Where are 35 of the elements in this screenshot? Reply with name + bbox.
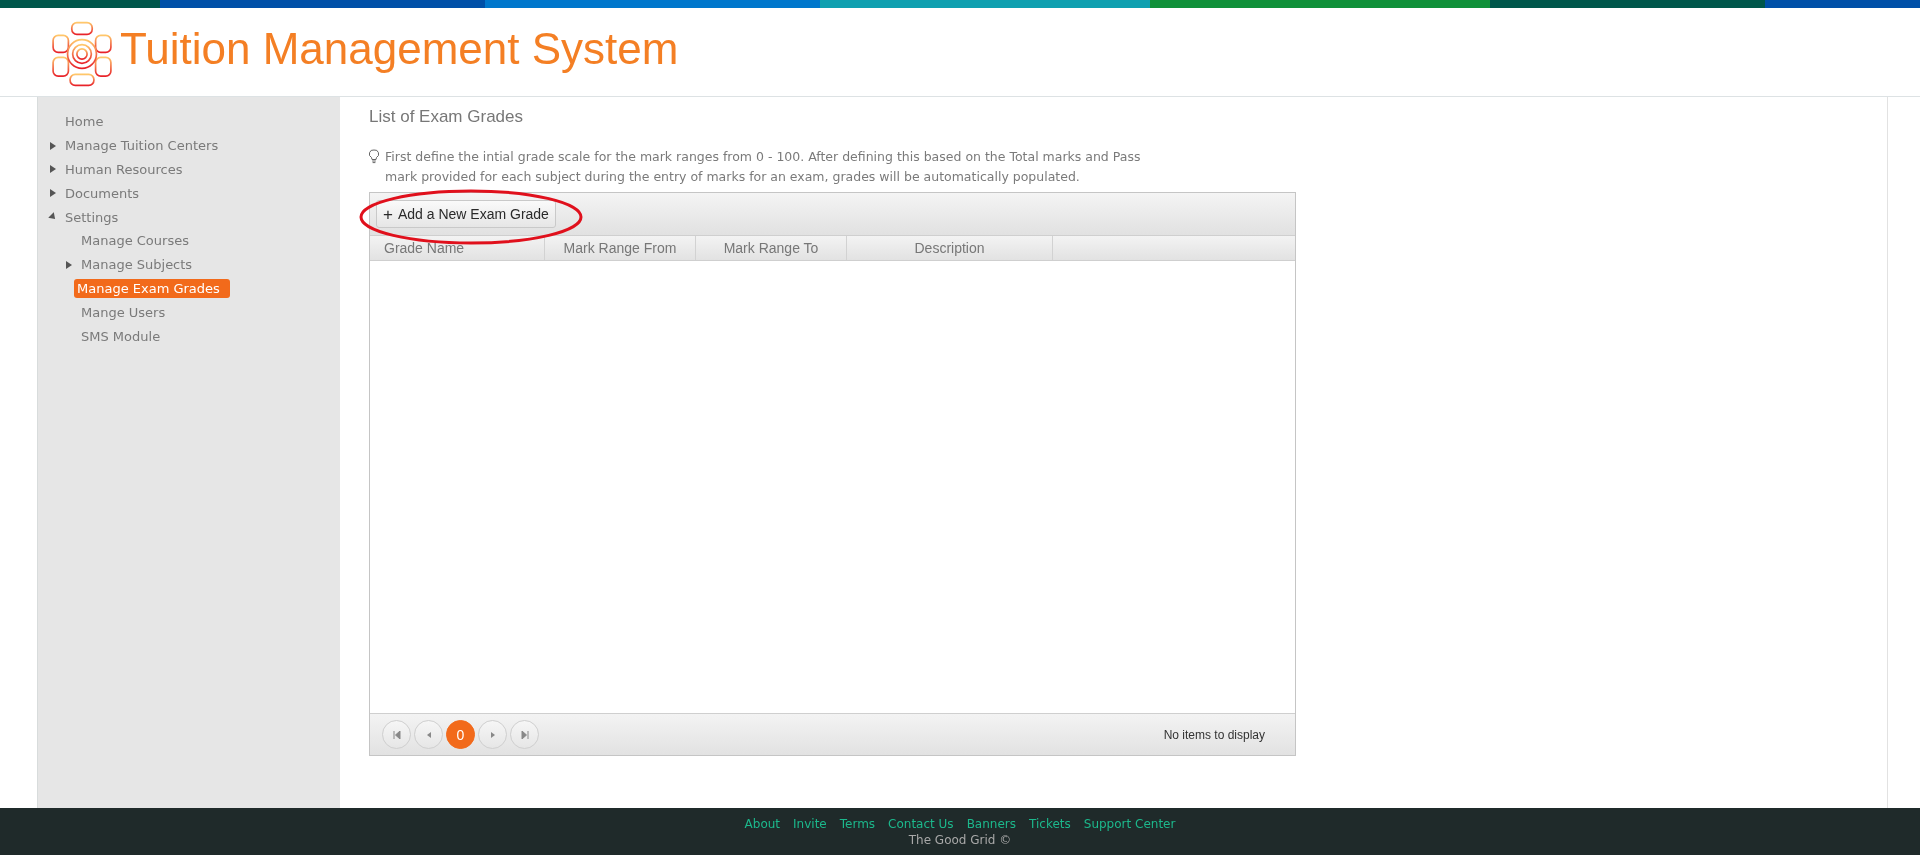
- footer-link[interactable]: Invite: [793, 816, 827, 831]
- hint-text: First define the intial grade scale for the mark ranges from 0 - 100. After defining this based on the Total marks and Pass mark provided for each subject during the entry of marks for an exam, grades will be automatically populated.: [385, 148, 1142, 186]
- sidebar-item[interactable]: Documents: [61, 184, 144, 202]
- expand-arrow-icon[interactable]: [50, 189, 56, 198]
- lightbulb-icon: [369, 149, 379, 164]
- sidebar-item[interactable]: SMS Module: [77, 327, 165, 345]
- pager-status: No items to display: [1163, 727, 1265, 742]
- expand-arrow-icon[interactable]: [50, 141, 56, 150]
- column-header[interactable]: Mark Range To: [696, 236, 847, 260]
- sidebar-item[interactable]: Human Resources: [61, 161, 187, 178]
- footer-link[interactable]: About: [744, 816, 781, 831]
- add-exam-grade-button[interactable]: + Add a New Exam Grade: [376, 200, 556, 228]
- page-number-button[interactable]: 0: [446, 720, 475, 749]
- page-title: List of Exam Grades: [369, 107, 524, 127]
- sidebar-item[interactable]: Manage Subjects: [77, 256, 197, 274]
- copyright-text: The Good Grid ©: [908, 832, 1012, 847]
- last-page-icon[interactable]: [510, 720, 539, 749]
- sidebar-item[interactable]: Manage Exam Grades: [74, 278, 230, 298]
- sidebar-item[interactable]: Manage Courses: [77, 232, 193, 250]
- footer-link[interactable]: Support Center: [1083, 816, 1176, 831]
- sidebar-item[interactable]: Settings: [61, 208, 123, 226]
- sidebar-item[interactable]: Home: [61, 113, 108, 131]
- sidebar-item[interactable]: Manage Tuition Centers: [61, 137, 223, 155]
- expand-arrow-icon[interactable]: [66, 260, 72, 269]
- footer-link[interactable]: Banners: [966, 816, 1016, 831]
- sidebar-item[interactable]: Mange Users: [77, 303, 170, 321]
- column-header[interactable]: Mark Range From: [545, 236, 696, 260]
- footer-link[interactable]: Tickets: [1029, 816, 1071, 831]
- expand-arrow-icon[interactable]: [50, 165, 56, 174]
- footer-link[interactable]: Contact Us: [888, 816, 954, 831]
- app-title: Tuition Management System: [120, 24, 679, 74]
- first-page-icon[interactable]: [382, 720, 411, 749]
- footer-link[interactable]: Terms: [839, 816, 876, 831]
- column-header[interactable]: Grade Name: [370, 236, 545, 260]
- column-header[interactable]: Description: [847, 236, 1053, 260]
